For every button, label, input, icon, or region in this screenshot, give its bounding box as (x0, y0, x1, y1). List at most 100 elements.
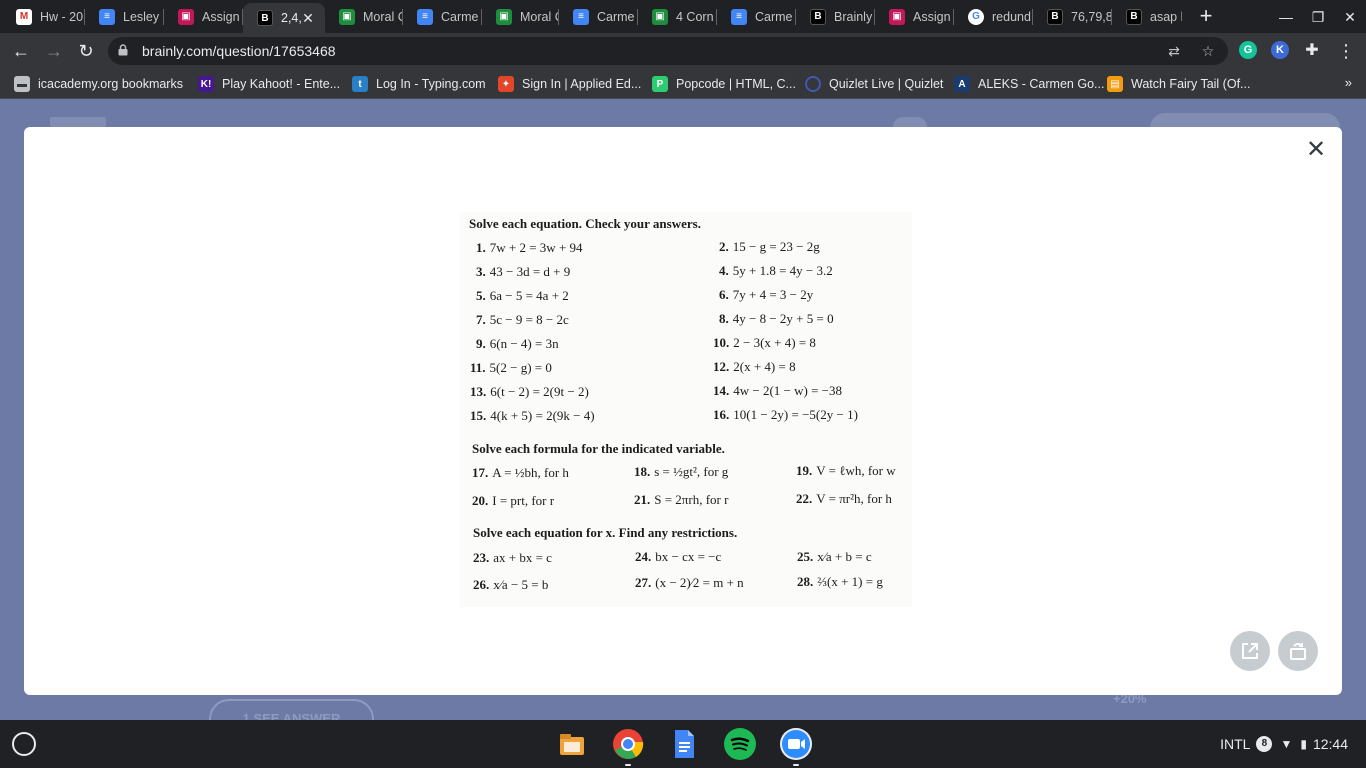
problem-1: 1. 7w + 2 = 3w + 94 (476, 240, 583, 255)
docs-icon: ≡ (731, 8, 747, 25)
close-tab-icon[interactable]: ✕ (299, 9, 317, 27)
rotate-icon (1290, 643, 1306, 660)
status-tray[interactable]: INTL 8 ▼ ▮ 12:44 (1220, 720, 1366, 768)
bookmark-label: ALEKS - Carmen Go... (978, 77, 1105, 91)
bookmark-typing[interactable]: t Log In - Typing.com (352, 75, 486, 93)
tab-5[interactable]: ≡ Carme (403, 4, 482, 29)
kahoot-icon: K! (198, 76, 214, 92)
bookmark-kahoot[interactable]: K! Play Kahoot! - Ente... (198, 75, 340, 93)
tab-strip: M Hw - 20 ≡ Lesley ▣ Assign B 2,4, ✕ ▣ Moral C… (0, 0, 1366, 33)
problem-6: 6. 7y + 4 = 3 − 2y (719, 287, 814, 302)
problem-3: 3. 43 − 3d = d + 9 (476, 264, 571, 279)
quizlet-icon (805, 76, 821, 92)
browser-toolbar: ← → ↻ brainly.com/question/17653468 ⇄ ☆ … (0, 33, 1366, 69)
problem-7: 7. 5c − 9 = 8 − 2c (476, 312, 569, 327)
tab-4[interactable]: ▣ Moral C (325, 4, 403, 29)
minimize-icon[interactable]: — (1274, 6, 1298, 28)
docs-icon: ≡ (417, 8, 433, 25)
tab-title: Assign (202, 9, 240, 24)
close-modal-icon[interactable]: ✕ (1304, 138, 1328, 163)
classroom-icon: ▣ (178, 8, 194, 25)
section2-heading: Solve each formula for the indicated var… (472, 441, 725, 456)
grammarly-icon[interactable]: G (1239, 41, 1257, 59)
tab-0[interactable]: M Hw - 20 (2, 4, 85, 29)
bookmark-applied-ed[interactable]: ✦ Sign In | Applied Ed... (498, 75, 641, 93)
tab-11[interactable]: ▣ Assign (875, 4, 954, 29)
tab-13[interactable]: B 76,79,8 (1033, 4, 1112, 29)
rotate-image-button[interactable] (1278, 631, 1318, 671)
tab-9[interactable]: ≡ Carme (717, 4, 796, 29)
tab-8[interactable]: ▣ 4 Corn (638, 4, 717, 29)
folder-icon: ▬ (14, 76, 30, 92)
open-in-new-icon (1242, 643, 1258, 659)
reload-icon[interactable]: ↻ (73, 38, 99, 64)
brainly-icon: B (1126, 8, 1142, 25)
problem-23: 23. ax + bx = c (473, 550, 552, 565)
fairytail-icon: ▤ (1107, 76, 1123, 92)
more-bookmarks-icon[interactable]: » (1345, 75, 1352, 90)
tab-2[interactable]: ▣ Assign (164, 4, 243, 29)
tab-14[interactable]: Basap h (1112, 4, 1182, 29)
problem-5: 5. 6a − 5 = 4a + 2 (476, 288, 569, 303)
docs-icon: ≡ (573, 8, 589, 25)
tab-1[interactable]: ≡ Lesley (85, 4, 164, 29)
tab-title: 76,79,8 (1071, 9, 1112, 24)
problem-12: 12. 2(x + 4) = 8 (713, 359, 796, 374)
classroom-icon: ▣ (496, 8, 512, 25)
kami-icon[interactable]: K (1271, 41, 1289, 59)
tab-7[interactable]: ≡ Carme (559, 4, 638, 29)
files-app-icon[interactable] (556, 728, 588, 760)
tab-12[interactable]: Gredund (954, 4, 1033, 29)
chrome-running-indicator (625, 764, 631, 766)
address-bar[interactable]: brainly.com/question/17653468 ⇄ ☆ (108, 37, 1228, 65)
bookmark-aleks[interactable]: A ALEKS - Carmen Go... (954, 75, 1104, 93)
bookmark-fairytail[interactable]: ▤ Watch Fairy Tail (Of... (1107, 75, 1250, 93)
notification-count-badge: 8 (1256, 736, 1273, 752)
tab-title: Carme (597, 9, 635, 24)
zoom-app-icon[interactable] (780, 728, 812, 760)
tab-3-active[interactable]: B 2,4, ✕ (243, 3, 325, 33)
aleks-icon: A (954, 76, 970, 92)
new-tab-button[interactable]: + (1194, 5, 1218, 29)
bookmark-star-icon[interactable]: ☆ (1198, 41, 1218, 61)
open-in-new-button[interactable] (1230, 631, 1270, 671)
close-window-icon[interactable]: ✕ (1338, 6, 1362, 28)
chrome-app-icon[interactable] (612, 728, 644, 760)
problem-17: 17. A = ½bh, for h (472, 465, 569, 480)
tab-title: Carme (441, 9, 479, 24)
problem-24: 24. bx − cx = −c (635, 549, 722, 564)
bookmark-quizlet[interactable]: Quizlet Live | Quizlet (805, 75, 943, 93)
applied-ed-icon: ✦ (498, 76, 514, 92)
see-answer-button[interactable]: 1 SEE ANSWER (209, 699, 374, 720)
launcher-icon[interactable] (12, 732, 36, 756)
problem-21: 21. S = 2πrh, for r (634, 492, 729, 507)
forward-arrow-icon[interactable]: → (41, 38, 67, 64)
os-shelf: INTL 8 ▼ ▮ 12:44 (0, 720, 1366, 768)
bookmark-popcode[interactable]: P Popcode | HTML, C... (652, 75, 796, 93)
tab-10[interactable]: B Brainly (796, 4, 875, 29)
problem-10: 10. 2 − 3(x + 4) = 8 (713, 335, 816, 350)
tab-6[interactable]: ▣ Moral C (482, 4, 559, 29)
problem-22: 22. V = πr²h, for h (796, 491, 892, 506)
back-arrow-icon[interactable]: ← (8, 38, 34, 64)
section3-heading: Solve each equation for x. Find any rest… (473, 525, 738, 540)
bookmark-label: Quizlet Live | Quizlet (829, 77, 944, 91)
bookmark-label: Sign In | Applied Ed... (522, 77, 642, 91)
restore-icon[interactable]: ❐ (1306, 6, 1330, 28)
google-icon: G (968, 8, 984, 25)
docs-app-icon[interactable] (668, 728, 700, 760)
battery-icon: ▮ (1300, 737, 1307, 751)
bookmark-folder[interactable]: ▬ icacademy.org bookmarks (14, 75, 183, 93)
wifi-icon: ▼ (1280, 737, 1293, 751)
docs-icon: ≡ (99, 8, 115, 25)
extensions-puzzle-icon[interactable]: ✚ (1299, 38, 1325, 64)
bookmark-label: Popcode | HTML, C... (676, 77, 796, 91)
bookmark-label: Play Kahoot! - Ente... (222, 77, 341, 91)
spotify-app-icon[interactable] (724, 728, 756, 760)
translate-icon[interactable]: ⇄ (1164, 41, 1184, 61)
url-text: brainly.com/question/17653468 (142, 43, 336, 59)
menu-dots-icon[interactable]: ⋮ (1333, 38, 1359, 64)
brainly-icon: B (257, 10, 273, 26)
classroom-icon: ▣ (889, 8, 905, 25)
lock-icon (118, 44, 128, 56)
